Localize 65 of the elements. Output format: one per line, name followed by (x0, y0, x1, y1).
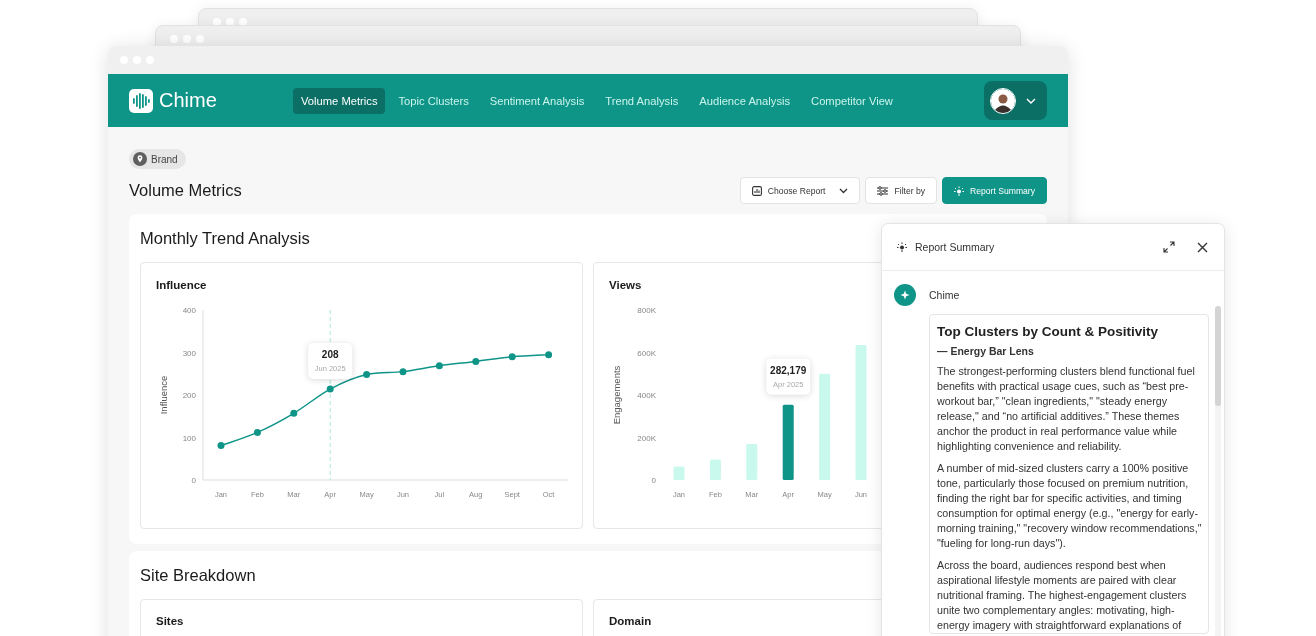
sender-name: Chime (929, 289, 960, 301)
sparkle-icon (897, 242, 907, 252)
data-point (435, 362, 443, 370)
nav-tab[interactable]: Topic Clusters (390, 87, 477, 114)
message-paragraph: Across the board, audiences respond best when aspirational lifestyle moments are paired with clear nutritional framing. The highest-engagement clusters unite two complementary angles: motivating, high-energy imagery with straightforward explanations of (937, 558, 1188, 633)
tick-label: 0 (191, 476, 196, 485)
tick-label: 0 (651, 476, 656, 485)
brand-chip[interactable]: Brand (129, 149, 186, 169)
page-title: Volume Metrics (129, 181, 242, 200)
logo-text: Chime (159, 89, 217, 112)
user-menu[interactable] (984, 81, 1047, 120)
data-point (508, 353, 516, 361)
bar (746, 443, 758, 480)
nav-tab[interactable]: Volume Metrics (293, 87, 386, 114)
data-point (472, 357, 480, 365)
chart-title: Influence (156, 279, 207, 291)
tick-label: 400 (182, 306, 196, 315)
nav-tab[interactable]: Audience Analysis (691, 87, 799, 114)
data-point (217, 442, 225, 450)
choose-report-dropdown[interactable]: Choose Report (739, 177, 861, 204)
sliders-icon (877, 185, 889, 196)
data-point (545, 351, 553, 359)
section-title: Monthly Trend Analysis (140, 229, 310, 248)
report-summary-button[interactable]: Report Summary (942, 177, 1047, 204)
tick-label: 400K (637, 391, 656, 400)
message-paragraph: The strongest-performing clusters blend functional fuel benefits with practical usage cues, such as “best pre-workout bar,” "clean ingredients," "steady energy release," and “no artificial additives.” These themes anchor the product in real performance value while highlighting convenience and reliability. (937, 364, 1196, 454)
chevron-down-icon (1026, 98, 1036, 104)
tick-label: 200K (637, 433, 656, 443)
nav-tab[interactable]: Competitor View (803, 87, 901, 114)
avatar-icon (990, 88, 1016, 114)
chart-icon (751, 185, 762, 196)
message-heading: Top Clusters by Count & Positivity (937, 324, 1160, 339)
axis-title: Engagements (611, 365, 622, 425)
location-pin-icon (133, 152, 147, 166)
sparkle-icon (954, 185, 965, 196)
panel-title: Report Summary (915, 241, 996, 253)
bar (673, 466, 685, 480)
section-title: Site Breakdown (140, 566, 256, 585)
message-paragraph: A number of mid-sized clusters carry a 100% positive tone, particularly those focused on premium nutrition, finding the right bar for specific activities, and timing consumption for optimal energy (e.g., "energy for early-morning training," "recovery window recommendations," "fueling for long-run days"). (937, 461, 1202, 551)
logo-icon (129, 88, 153, 113)
bar (709, 459, 721, 480)
card-title: Domain (609, 615, 652, 627)
window-controls-icon (170, 35, 204, 43)
data-point (253, 428, 261, 436)
tick-label: 100 (182, 433, 196, 443)
chart-title: Views (609, 279, 642, 291)
nav-tab[interactable]: Trend Analysis (597, 87, 687, 114)
assistant-avatar-icon (894, 284, 916, 306)
tick-label: 200 (182, 391, 196, 400)
tick-label: 800K (637, 306, 656, 315)
tick-label: 300 (182, 348, 196, 358)
axis-title: Influence (158, 375, 169, 415)
data-point (363, 371, 371, 379)
data-point (326, 385, 334, 393)
data-point (399, 368, 407, 376)
chevron-down-icon (839, 187, 849, 194)
window-controls-icon (213, 18, 247, 26)
message-subheading: — Energy Bar Lens (937, 345, 1035, 357)
chip-label: Brand (151, 153, 178, 165)
scrollbar-thumb[interactable] (1215, 306, 1221, 406)
nav-tab[interactable]: Sentiment Analysis (481, 87, 593, 114)
filter-button[interactable]: Filter by (865, 177, 938, 204)
tick-label: 600K (637, 348, 656, 358)
data-point (290, 409, 298, 417)
card-title: Sites (156, 615, 184, 627)
